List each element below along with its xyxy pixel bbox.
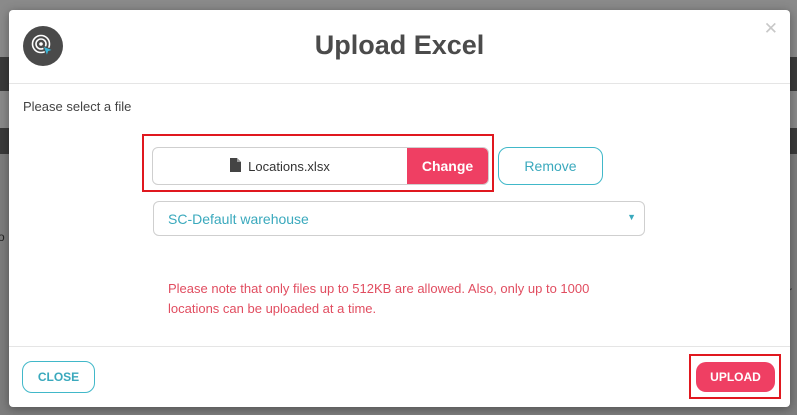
file-icon [230,157,242,175]
dialog-header: Upload Excel ✕ [9,10,790,84]
upload-button[interactable]: UPLOAD [696,362,775,392]
caret-down-icon: ▼ [627,212,636,222]
selected-file: Locations.xlsx [153,148,407,184]
dialog-title: Upload Excel [314,30,485,60]
upload-excel-dialog: Upload Excel ✕ Please select a file Loca… [9,10,790,407]
background-text-fragment: o [0,230,5,244]
close-icon[interactable]: ✕ [764,20,778,37]
file-name: Locations.xlsx [248,158,330,174]
change-file-button[interactable]: Change [407,148,488,184]
warehouse-select-value: SC-Default warehouse [168,210,309,227]
remove-file-button[interactable]: Remove [498,147,603,185]
upload-limit-note: Please note that only files up to 512KB … [168,281,590,316]
select-file-prompt: Please select a file [23,99,132,114]
footer-divider [9,346,790,347]
warehouse-select[interactable]: SC-Default warehouse ▼ [153,201,645,236]
close-button[interactable]: CLOSE [22,361,95,393]
file-picker[interactable]: Locations.xlsx Change [152,147,489,185]
